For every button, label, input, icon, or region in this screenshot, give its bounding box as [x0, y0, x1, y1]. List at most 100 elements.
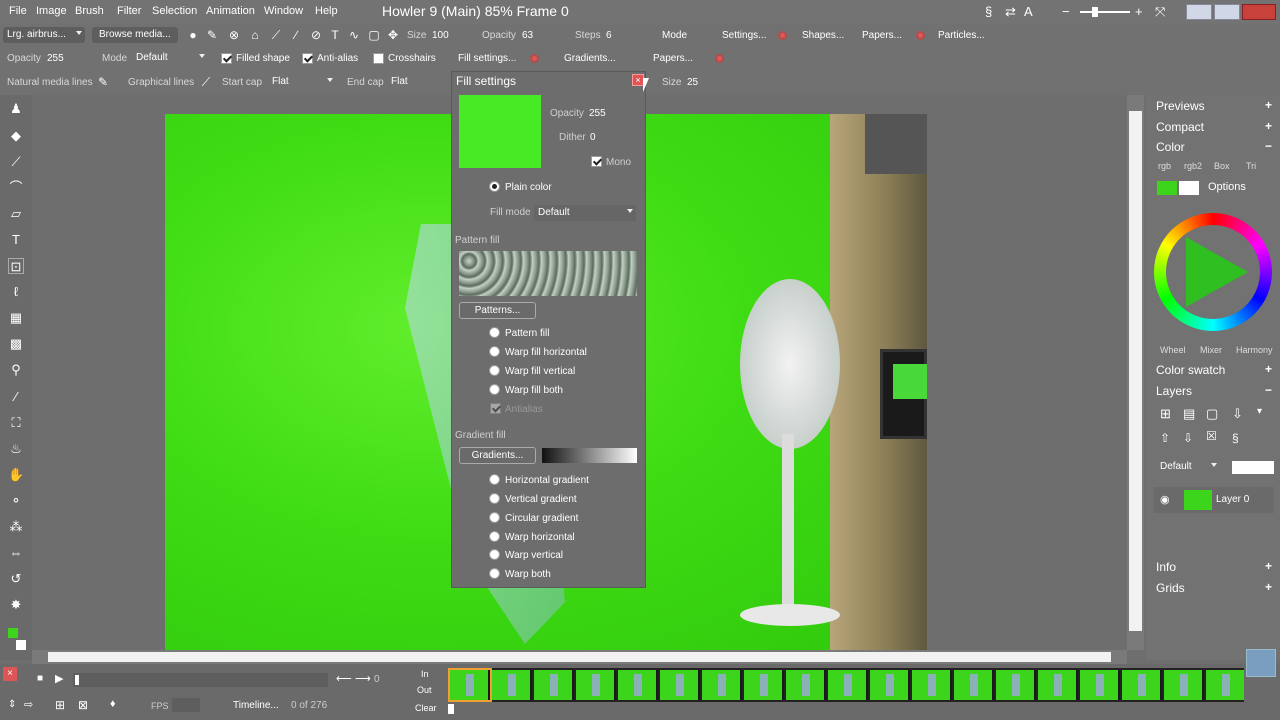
frame-scrubber[interactable]: [73, 673, 328, 687]
color-tab-box[interactable]: Box: [1214, 161, 1230, 171]
background-color-swatch[interactable]: [16, 640, 26, 650]
compact-expand-icon[interactable]: +: [1265, 119, 1272, 133]
fill-color-swatch[interactable]: [459, 95, 541, 168]
timeline-button[interactable]: Timeline...: [233, 700, 279, 711]
menu-image[interactable]: Image: [36, 5, 67, 17]
lasso-icon[interactable]: ∿: [347, 28, 361, 42]
warp-both-radio[interactable]: [489, 568, 500, 579]
out-label[interactable]: Out: [417, 685, 432, 695]
frame-thumbnail[interactable]: [618, 670, 658, 700]
dropper-tool-icon[interactable]: ⁄: [8, 389, 24, 405]
warp-fill-horizontal-radio[interactable]: [489, 346, 500, 357]
smudge-icon[interactable]: ⊘: [309, 28, 323, 42]
steps-value[interactable]: 6: [606, 30, 612, 41]
color-tab-rgb2[interactable]: rgb2: [1184, 161, 1202, 171]
wheel-tab[interactable]: Wheel: [1160, 345, 1186, 355]
color-tab-tri[interactable]: Tri: [1246, 161, 1256, 171]
star-tool-icon[interactable]: ✸: [8, 597, 24, 613]
color-tab-rgb[interactable]: rgb: [1158, 161, 1171, 171]
mono-checkbox[interactable]: [591, 156, 602, 167]
layer-down-icon[interactable]: ⇩: [1183, 431, 1193, 445]
symmetry-icon[interactable]: §: [985, 4, 992, 19]
grids-header[interactable]: Grids: [1156, 581, 1185, 595]
settings-close-icon[interactable]: [778, 31, 787, 40]
font-icon[interactable]: A: [1024, 4, 1033, 19]
papers2-close-icon[interactable]: [715, 54, 724, 63]
layer-menu-icon[interactable]: ▾: [1257, 406, 1262, 417]
tool-a-icon[interactable]: ⌂: [248, 28, 262, 42]
fit-icon[interactable]: ⤧: [1155, 4, 1165, 20]
plain-color-radio[interactable]: [489, 181, 500, 192]
frame-thumbnail[interactable]: [702, 670, 742, 700]
duplicate-layer-icon[interactable]: ▤: [1183, 406, 1195, 422]
harmony-tab[interactable]: Harmony: [1236, 345, 1273, 355]
opacity2-value[interactable]: 255: [47, 53, 64, 64]
curve-tool-icon[interactable]: ⌒: [8, 180, 24, 196]
text-icon[interactable]: T: [328, 28, 342, 42]
compact-header[interactable]: Compact: [1156, 120, 1204, 134]
primary-color-chip[interactable]: [1157, 181, 1177, 195]
frame-thumbnail[interactable]: [744, 670, 784, 700]
papers-button[interactable]: Papers...: [862, 30, 902, 41]
frame-thumbnail[interactable]: [954, 670, 994, 700]
frame-thumbnail[interactable]: [492, 670, 532, 700]
menu-window[interactable]: Window: [264, 5, 303, 17]
menu-help[interactable]: Help: [315, 5, 338, 17]
frame-thumbnail[interactable]: [1206, 670, 1244, 700]
info-expand-icon[interactable]: +: [1265, 559, 1272, 573]
frame-thumbnail[interactable]: [534, 670, 574, 700]
delete-frame-icon[interactable]: ⊠: [78, 698, 88, 712]
crosshairs-checkbox[interactable]: [373, 53, 384, 64]
zoom-in-icon[interactable]: +: [1135, 4, 1143, 19]
color-triangle[interactable]: [1186, 237, 1248, 307]
pin-tool-icon[interactable]: ⚬: [8, 493, 24, 509]
color-collapse-icon[interactable]: −: [1265, 139, 1272, 153]
mixer-tab[interactable]: Mixer: [1200, 345, 1222, 355]
clear-marker[interactable]: [448, 704, 454, 714]
brush-tool-icon[interactable]: ♟: [8, 101, 24, 117]
layer-opacity-field[interactable]: [1232, 461, 1274, 474]
onion-skin-icon[interactable]: ⇕: [8, 699, 16, 710]
smudge-tool-icon[interactable]: ♨: [8, 441, 24, 457]
minimize-button[interactable]: [1186, 4, 1212, 20]
frame-thumbnail[interactable]: [1164, 670, 1204, 700]
color-options-button[interactable]: Options: [1208, 181, 1246, 193]
vertical-scrollbar-thumb[interactable]: [1129, 111, 1142, 631]
menu-selection[interactable]: Selection: [152, 5, 197, 17]
timeline-close-button[interactable]: ×: [3, 667, 17, 681]
copy-layer-icon[interactable]: ▢: [1206, 406, 1218, 422]
crop-tool-icon[interactable]: ⛶: [8, 415, 24, 431]
mode-dropdown[interactable]: Mode: [662, 30, 687, 41]
prev-frame-icon[interactable]: ⟵: [336, 672, 352, 685]
swap-icon[interactable]: ⇄: [1005, 4, 1016, 20]
frame-thumbnail[interactable]: [912, 670, 952, 700]
color-swatch-expand-icon[interactable]: +: [1265, 362, 1272, 376]
frame-thumbnail[interactable]: [660, 670, 700, 700]
menu-file[interactable]: File: [9, 5, 27, 17]
scrubber-thumb[interactable]: [75, 675, 79, 685]
gradient-preview[interactable]: [542, 448, 637, 463]
secondary-color-chip[interactable]: [1179, 181, 1199, 195]
previews-expand-icon[interactable]: +: [1265, 98, 1272, 112]
color-wheel[interactable]: [1154, 213, 1272, 331]
round-brush-icon[interactable]: ●: [186, 28, 200, 42]
clear-label[interactable]: Clear: [415, 703, 437, 713]
fd-opacity-value[interactable]: 255: [589, 108, 606, 119]
light-icon[interactable]: ♦: [110, 698, 116, 710]
color-swatch-header[interactable]: Color swatch: [1156, 363, 1225, 377]
layer-visibility-icon[interactable]: ◉: [1160, 493, 1170, 506]
stop-icon[interactable]: ■: [37, 673, 43, 684]
layer-row[interactable]: ◉ Layer 0: [1154, 487, 1274, 513]
graphical-lines-icon[interactable]: ⟋: [199, 75, 213, 89]
horizontal-scrollbar[interactable]: [32, 650, 1127, 664]
grids-expand-icon[interactable]: +: [1265, 580, 1272, 594]
layer-link-icon[interactable]: §: [1232, 431, 1239, 445]
eraser-tool-icon[interactable]: ▱: [8, 206, 24, 222]
end-cap-dropdown[interactable]: Flat: [387, 74, 449, 90]
warp-horizontal-radio[interactable]: [489, 531, 500, 542]
eraser-icon[interactable]: ⊗: [227, 28, 241, 42]
frame-thumbnail[interactable]: [1038, 670, 1078, 700]
zoom-tool-icon[interactable]: ⚲: [8, 362, 24, 378]
zoom-slider[interactable]: [1080, 11, 1130, 13]
pattern-fill-radio[interactable]: [489, 327, 500, 338]
